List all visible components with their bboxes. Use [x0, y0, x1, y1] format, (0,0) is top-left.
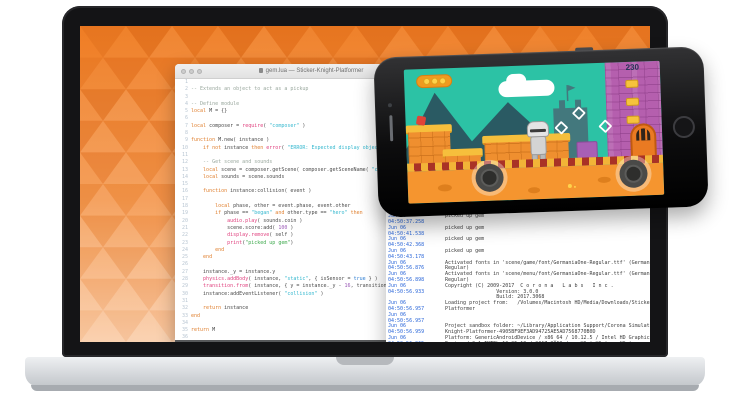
game-screen[interactable]: 230 [403, 60, 665, 204]
log-row: Jun 06 04:50:56.965Platform: GenericAndr… [388, 334, 650, 342]
log-row: Jun 06 04:50:56.933 Copyright (C) 2009-20… [388, 282, 614, 301]
document-icon [258, 67, 263, 73]
iphone: 230 [373, 46, 709, 218]
gold-coin [626, 115, 640, 125]
knight-character [524, 120, 553, 162]
coin-icon [422, 77, 430, 86]
gold-coin [625, 97, 640, 107]
macbook-lid-notch [336, 357, 394, 365]
log-row: Jun 06 04:50:56.957 Loading project from:… [388, 300, 650, 312]
purple-brick-tower: 230 [604, 60, 663, 159]
coin-icon [438, 77, 446, 85]
cloud [498, 79, 555, 98]
red-gem [415, 115, 427, 126]
phone-body: 230 [373, 46, 709, 218]
gold-coin [625, 79, 639, 89]
log-row: Jun 06 04:50:42.368 picked up gem [388, 236, 485, 249]
coin-counter-badge [415, 74, 453, 89]
gem-diamond-icon [572, 106, 586, 120]
gem-diamond-icon [598, 119, 613, 133]
coin-icon [430, 77, 438, 85]
purple-block [576, 141, 598, 159]
home-button[interactable] [672, 115, 696, 139]
castle-door [629, 122, 657, 158]
log-row: Jun 06 04:50:43.178 picked up gem [388, 247, 485, 260]
screenshot-stage: gem.lua — Sticker-Knight-Platformer 1 2 --… [0, 0, 730, 400]
front-camera-icon [387, 103, 393, 108]
log-row: Jun 06 04:50:56.898 Activated fonts in 's… [388, 271, 650, 283]
macbook-base [25, 357, 705, 391]
log-row: Jun 06 04:50:41.538 picked up gem [388, 224, 485, 237]
gem-diamond-icon [554, 121, 569, 135]
score-label: 230 [625, 62, 640, 73]
door-window [635, 128, 651, 141]
earpiece-speaker-icon [389, 115, 394, 142]
